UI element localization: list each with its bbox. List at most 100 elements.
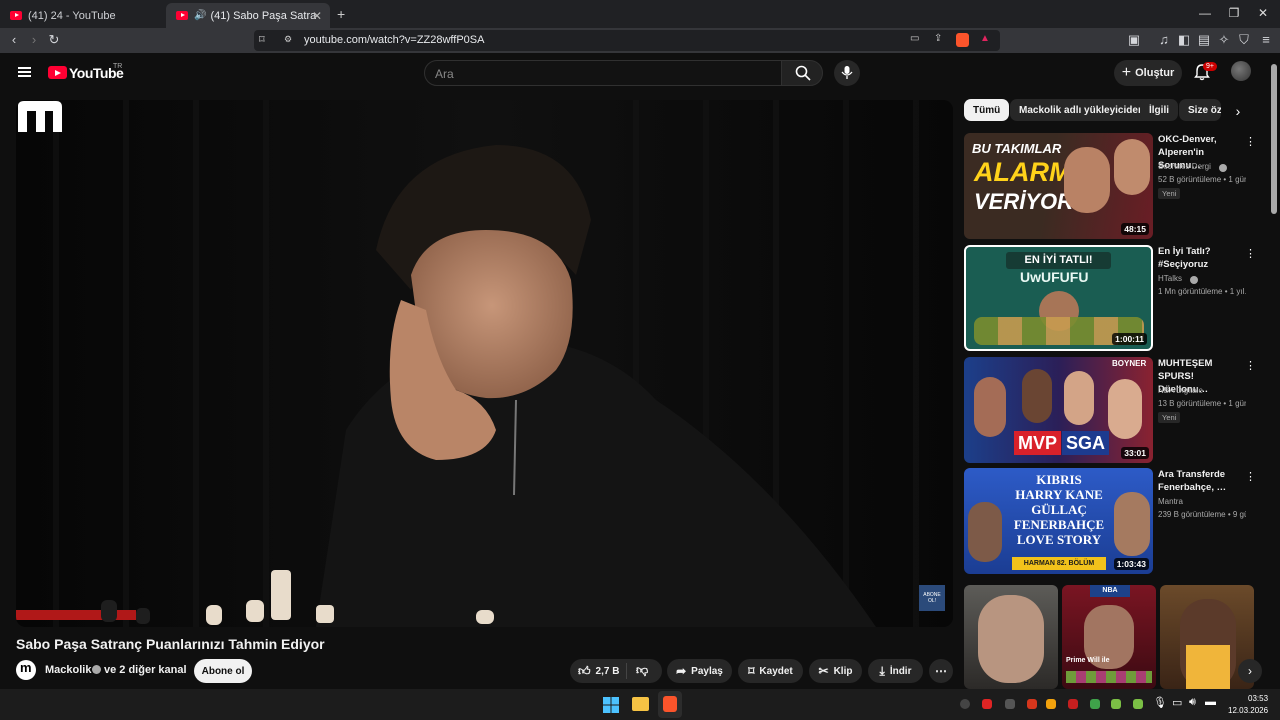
taskbar-clock-time[interactable]: 03:53 xyxy=(1248,694,1268,703)
restore-window-button[interactable]: ❐ xyxy=(1225,6,1243,20)
other-channels-link[interactable]: ve 2 diğer kanal xyxy=(104,664,187,676)
shorts-next-chevron-icon[interactable]: › xyxy=(1238,659,1262,683)
thumb-text: BOYNER xyxy=(1112,359,1147,368)
brave-rewards-icon[interactable]: ▲ xyxy=(980,33,990,44)
download-button[interactable]: ⤓ İndir xyxy=(868,659,923,683)
tray-app-icon[interactable] xyxy=(982,699,992,709)
menu-icon[interactable]: ≡ xyxy=(1258,32,1274,47)
like-dislike-segment: 👍︎ 2,7 B 👎︎ xyxy=(570,659,662,683)
dislike-icon[interactable]: 👎︎ xyxy=(636,663,648,678)
taskbar-clock-date[interactable]: 12.03.2026 xyxy=(1228,706,1268,715)
short-thumbnail[interactable]: NBA Prime Will ile xyxy=(1062,585,1156,689)
chip-from-uploader[interactable]: Mackolik adlı yükleyiciden xyxy=(1010,99,1154,121)
subscribe-button[interactable]: Abone ol xyxy=(194,659,252,683)
more-actions-button[interactable]: ⋯ xyxy=(929,659,953,683)
thumb-headline: KIBRIS HARRY KANE GÜLLAÇ FENERBAHÇE LOVE… xyxy=(1004,472,1114,547)
close-tab-icon[interactable]: ✕ xyxy=(312,9,322,23)
recommendation-title[interactable]: Ara Transferde Fenerbahçe, … xyxy=(1158,468,1246,494)
video-thumbnail[interactable]: BOYNER MVP SGA 33:01 xyxy=(964,357,1153,463)
person-silhouette xyxy=(1064,147,1110,213)
thumb-text: LOVE STORY xyxy=(1016,532,1102,547)
microphone-tray-icon[interactable]: 🎙︎ xyxy=(1153,696,1167,709)
search-input[interactable]: Ara xyxy=(424,60,782,86)
recommendation-channel[interactable]: Socrates Dergi xyxy=(1158,162,1211,171)
thumb-text: GÜLLAÇ xyxy=(1031,502,1087,517)
reader-icon[interactable]: ◧ xyxy=(1176,32,1192,48)
like-icon[interactable]: 👍︎ xyxy=(578,664,591,679)
voice-search-button[interactable] xyxy=(834,60,860,86)
tray-app-icon[interactable] xyxy=(1005,699,1015,709)
youtube-logo-icon[interactable] xyxy=(48,66,67,79)
more-vertical-icon[interactable]: ⋮ xyxy=(1245,247,1256,260)
minimize-window-button[interactable]: — xyxy=(1196,6,1214,20)
recommendation-channel[interactable]: NBA Digitale xyxy=(1158,386,1203,395)
thumb-text: KIBRIS xyxy=(1036,472,1082,487)
video-thumbnail[interactable]: EN İYİ TATLI! UwUFUFU 1:00:11 xyxy=(964,245,1153,351)
save-button[interactable]: ⌑ Kaydet xyxy=(738,659,803,683)
leo-ai-icon[interactable]: ✧ xyxy=(1216,32,1232,48)
browser-tab-youtube-home[interactable]: (41) 24 - YouTube xyxy=(0,3,165,28)
video-player[interactable]: ABONE OL! xyxy=(16,100,953,627)
recommendation-item[interactable]: KIBRIS HARRY KANE GÜLLAÇ FENERBAHÇE LOVE… xyxy=(964,468,1264,574)
file-explorer-icon[interactable] xyxy=(632,697,649,711)
tray-app-icon[interactable] xyxy=(1068,699,1078,709)
site-info-icon[interactable]: ⚙ xyxy=(284,34,292,45)
chip-for-you[interactable]: Size öz xyxy=(1179,99,1221,121)
recommendation-item[interactable]: BU TAKIMLAR ALARM VERİYOR 48:15 OKC-Denv… xyxy=(964,133,1264,239)
sidebar-toggle-icon[interactable]: ▣ xyxy=(1126,32,1142,48)
recommendation-title[interactable]: En İyi Tatlı? #Seçiyoruz xyxy=(1158,245,1246,271)
more-vertical-icon[interactable]: ⋮ xyxy=(1245,470,1256,483)
video-thumbnail[interactable]: BU TAKIMLAR ALARM VERİYOR 48:15 xyxy=(964,133,1153,239)
video-thumbnail[interactable]: KIBRIS HARRY KANE GÜLLAÇ FENERBAHÇE LOVE… xyxy=(964,468,1153,574)
channel-name[interactable]: Mackolik xyxy=(45,664,91,676)
bookmark-icon[interactable]: ⌑ xyxy=(259,33,265,46)
search-button[interactable] xyxy=(781,60,823,86)
channel-avatar[interactable] xyxy=(16,660,36,680)
share-button[interactable]: ➦ Paylaş xyxy=(667,659,732,683)
address-bar[interactable]: ⌑ ⚙ youtube.com/watch?v=ZZ28wffP0SA ▭ ⇪ … xyxy=(254,30,1000,51)
guide-menu-icon[interactable] xyxy=(18,67,31,77)
new-tab-button[interactable]: + xyxy=(337,6,345,22)
chip-related[interactable]: İlgili xyxy=(1140,99,1178,121)
volume-icon[interactable]: 🔊︎ xyxy=(1189,696,1196,709)
os-taskbar: 🎙︎ ▭ 🔊︎ ▬ 03:53 12.03.2026 xyxy=(0,689,1280,720)
account-avatar[interactable] xyxy=(1231,61,1251,81)
person-silhouette xyxy=(974,377,1006,437)
brave-shields-icon[interactable] xyxy=(956,33,969,47)
network-icon[interactable]: ▭ xyxy=(1172,696,1182,709)
short-thumbnail[interactable] xyxy=(964,585,1058,689)
create-button[interactable]: + Oluştur xyxy=(1114,60,1182,86)
brave-browser-icon[interactable] xyxy=(663,696,677,712)
battery-icon[interactable]: ▬ xyxy=(1205,696,1216,708)
more-vertical-icon[interactable]: ⋮ xyxy=(1245,135,1256,148)
browser-tab-current-video[interactable]: 🔊 (41) Sabo Paşa Satranç Puanl… ✕ xyxy=(166,3,330,28)
recommendation-channel[interactable]: Mantra xyxy=(1158,497,1183,506)
cast-icon[interactable]: ▭ xyxy=(910,33,919,44)
tray-app-icon[interactable] xyxy=(1133,699,1143,709)
tray-app-icon[interactable] xyxy=(1111,699,1121,709)
recommendation-item[interactable]: BOYNER MVP SGA 33:01 MUHTEŞEM SPURS! Düe… xyxy=(964,357,1264,463)
recommendation-channel[interactable]: HTalks xyxy=(1158,274,1182,283)
tray-app-icon[interactable] xyxy=(1027,699,1037,709)
clip-button[interactable]: ✂ Klip xyxy=(809,659,862,683)
music-icon[interactable]: ♫ xyxy=(1156,32,1172,47)
forward-icon[interactable]: › xyxy=(26,32,42,47)
more-vertical-icon[interactable]: ⋮ xyxy=(1245,359,1256,372)
wallet-icon[interactable]: ▤ xyxy=(1196,32,1212,48)
share-page-icon[interactable]: ⇪ xyxy=(934,33,942,44)
reload-icon[interactable]: ↻ xyxy=(46,32,62,48)
page-scrollbar[interactable] xyxy=(1271,64,1277,214)
close-window-button[interactable]: ✕ xyxy=(1254,6,1272,20)
like-count[interactable]: 2,7 B xyxy=(596,666,620,677)
vpn-icon[interactable]: ⛉ xyxy=(1236,32,1252,48)
subscribe-watermark[interactable]: ABONE OL! xyxy=(919,585,945,611)
tray-app-icon[interactable] xyxy=(960,699,970,709)
chips-next-chevron-icon[interactable]: › xyxy=(1228,103,1248,123)
back-icon[interactable]: ‹ xyxy=(6,32,22,47)
tray-app-icon[interactable] xyxy=(1046,699,1056,709)
recommendation-item[interactable]: EN İYİ TATLI! UwUFUFU 1:00:11 En İyi Tat… xyxy=(964,245,1264,351)
windows-start-icon[interactable] xyxy=(603,697,619,713)
youtube-favicon-icon xyxy=(176,11,188,20)
tray-app-icon[interactable] xyxy=(1090,699,1100,709)
chip-all[interactable]: Tümü xyxy=(964,99,1010,121)
